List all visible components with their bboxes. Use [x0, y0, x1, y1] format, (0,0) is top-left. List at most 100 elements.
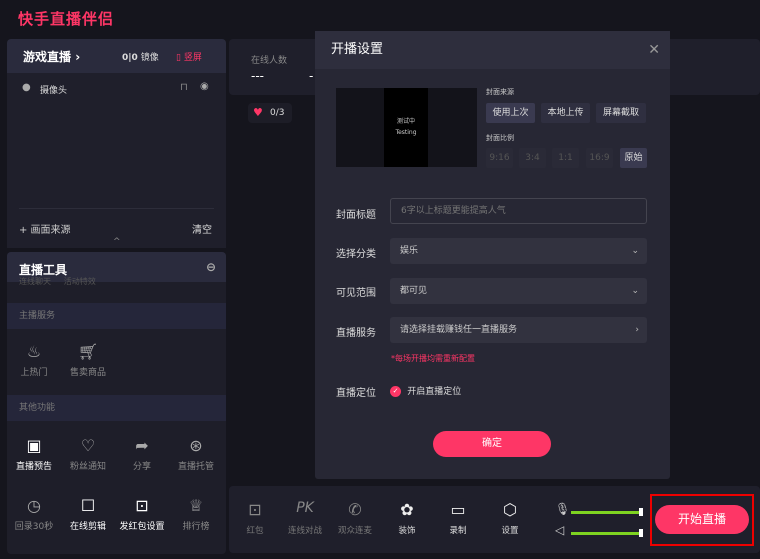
online-label: 在线人数	[251, 56, 288, 66]
edit-icon: ☐	[80, 496, 96, 515]
confirm-button[interactable]: 确定	[433, 431, 551, 457]
tool-hot[interactable]: ♨ 上热门	[7, 339, 61, 395]
settings-button[interactable]: ⬡ 设置	[486, 500, 534, 536]
unlock-icon[interactable]: ⊓	[180, 82, 188, 93]
heart-counter[interactable]: ♥ 0/3	[248, 103, 292, 123]
ratio-option-selected[interactable]: 原始	[620, 148, 647, 168]
chevron-down-icon: ⌄	[631, 246, 639, 256]
live-mode-label: 游戏直播	[23, 50, 72, 64]
mic-volume-slider[interactable]	[571, 508, 643, 516]
settings-icon: ⬡	[503, 500, 517, 519]
section-title: 主播服务	[7, 303, 226, 329]
service-note: *每场开播均需重新配置	[391, 354, 475, 363]
tool-label[interactable]: 连线聊天	[19, 277, 51, 286]
location-checkbox[interactable]: ✓ 开启直播定位	[390, 384, 461, 397]
tool-replay[interactable]: ◷ 回录30秒	[7, 493, 61, 532]
use-last-button[interactable]: 使用上次	[486, 103, 535, 123]
second-value: -	[309, 69, 314, 83]
host-icon: ⊛	[189, 436, 203, 455]
bottom-label: 连线对战	[287, 526, 322, 536]
tool-label: 回录30秒	[14, 522, 54, 532]
section-title: 其他功能	[7, 395, 226, 421]
heart-count: 0/3	[270, 108, 285, 118]
heart-bubble-icon: ♡	[80, 436, 96, 455]
live-tools-panel: 直播工具 ⊖ 连线聊天 活动特效 主播服务 ♨ 上热门 🛒︎ 售卖商品 其他功能 ▣…	[7, 252, 226, 554]
bottom-label: 红包	[246, 526, 264, 536]
eye-icon[interactable]: ◉	[200, 81, 209, 92]
ratio-option[interactable]: 9:16	[486, 148, 513, 168]
check-icon: ✓	[390, 385, 401, 397]
preview-text-en: Testing	[395, 129, 417, 136]
screen-capture-button[interactable]: 屏幕截取	[596, 103, 646, 123]
local-upload-button[interactable]: 本地上传	[541, 103, 590, 123]
bottom-label: 设置	[501, 526, 519, 536]
chevron-down-icon: ⌄	[631, 286, 639, 296]
trophy-icon: ♕	[188, 496, 204, 515]
pk-button[interactable]: PK 连线对战	[281, 500, 329, 536]
cover-title-input[interactable]	[390, 198, 647, 224]
source-item[interactable]: ● 摄像头 ⊓ ◉	[22, 81, 217, 96]
more-icon[interactable]: ⊖	[206, 260, 216, 274]
redpacket-icon: ⊡	[248, 500, 262, 519]
add-source-button[interactable]: + 画面来源	[19, 221, 71, 236]
divider	[19, 208, 214, 209]
tool-label: 在线剪辑	[69, 522, 106, 532]
redpacket-settings-icon: ⊡	[135, 496, 149, 515]
tool-fan-notify[interactable]: ♡ 粉丝通知	[61, 433, 115, 493]
cover-source-label: 封面来源	[486, 88, 514, 96]
record-icon: ▭	[450, 500, 466, 519]
tool-edit[interactable]: ☐ 在线剪辑	[61, 493, 115, 532]
audience-link-button[interactable]: ✆ 观众连麦	[331, 500, 379, 536]
tool-redpacket-settings[interactable]: ⊡ 发红包设置	[115, 493, 169, 532]
service-select[interactable]: 请选择挂载赚钱任一直播服务 ›	[390, 317, 647, 343]
tool-sell[interactable]: 🛒︎ 售卖商品	[61, 339, 115, 395]
service-value: 请选择挂载赚钱任一直播服务	[400, 325, 518, 335]
heart-icon: ♥	[253, 106, 263, 119]
start-live-button[interactable]: 开始直播	[655, 505, 749, 534]
cover-preview: 测试中 Testing	[336, 88, 477, 167]
slider-handle[interactable]	[639, 529, 643, 537]
speaker-icon[interactable]: ◁	[555, 523, 564, 537]
dialog-title: 开播设置	[331, 42, 384, 57]
source-name: 摄像头	[40, 86, 68, 96]
tool-label[interactable]: 活动特效	[64, 277, 96, 286]
tool-preview[interactable]: ▣ 直播预告	[7, 433, 61, 493]
ratio-option[interactable]: 16:9	[586, 148, 613, 168]
mirror-button[interactable]: 0|0 镜像	[122, 50, 159, 63]
ratio-option[interactable]: 1:1	[552, 148, 579, 168]
source-panel-header: 游戏直播 › 0|0 镜像 ▯ 竖屏	[7, 39, 226, 73]
close-icon[interactable]: ✕	[648, 31, 660, 69]
bottom-label: 录制	[449, 526, 467, 536]
portrait-button[interactable]: ▯ 竖屏	[176, 50, 202, 63]
visibility-value: 都可见	[400, 286, 428, 296]
tool-share[interactable]: ➦ 分享	[115, 433, 169, 493]
camera-icon: ●	[22, 82, 31, 93]
partial-tool-row: 连线聊天 活动特效	[7, 276, 226, 297]
redpacket-button[interactable]: ⊡ 红包	[231, 500, 279, 536]
ratio-option[interactable]: 3:4	[519, 148, 546, 168]
tool-host[interactable]: ⊛ 直播托管	[169, 433, 223, 493]
chevron-right-icon: ›	[635, 325, 639, 335]
app-title: 快手直播伴侣	[18, 10, 115, 28]
category-label: 选择分类	[336, 249, 376, 260]
tool-label: 直播托管	[177, 462, 214, 472]
decoration-button[interactable]: ✿ 装饰	[383, 500, 431, 536]
preview-text: 测试中	[396, 118, 415, 125]
speaker-volume-slider[interactable]	[571, 529, 643, 537]
category-select[interactable]: 娱乐 ⌄	[390, 238, 647, 264]
cover-title-label: 封面标题	[336, 210, 376, 221]
chevron-right-icon: ›	[75, 50, 81, 64]
tool-label: 售卖商品	[69, 368, 106, 378]
live-mode-selector[interactable]: 游戏直播 ›	[23, 48, 80, 65]
tool-label: 直播预告	[15, 462, 52, 472]
online-value: ---	[251, 69, 264, 83]
bottom-label: 观众连麦	[337, 526, 372, 536]
slider-handle[interactable]	[639, 508, 643, 516]
microphone-icon[interactable]: 🎙︎	[555, 502, 570, 516]
decoration-icon: ✿	[400, 500, 414, 519]
visibility-select[interactable]: 都可见 ⌄	[390, 278, 647, 304]
clear-button[interactable]: 清空	[192, 221, 212, 236]
collapse-icon[interactable]: ^	[113, 237, 121, 247]
record-button[interactable]: ▭ 录制	[434, 500, 482, 536]
tool-ranking[interactable]: ♕ 排行榜	[169, 493, 223, 532]
